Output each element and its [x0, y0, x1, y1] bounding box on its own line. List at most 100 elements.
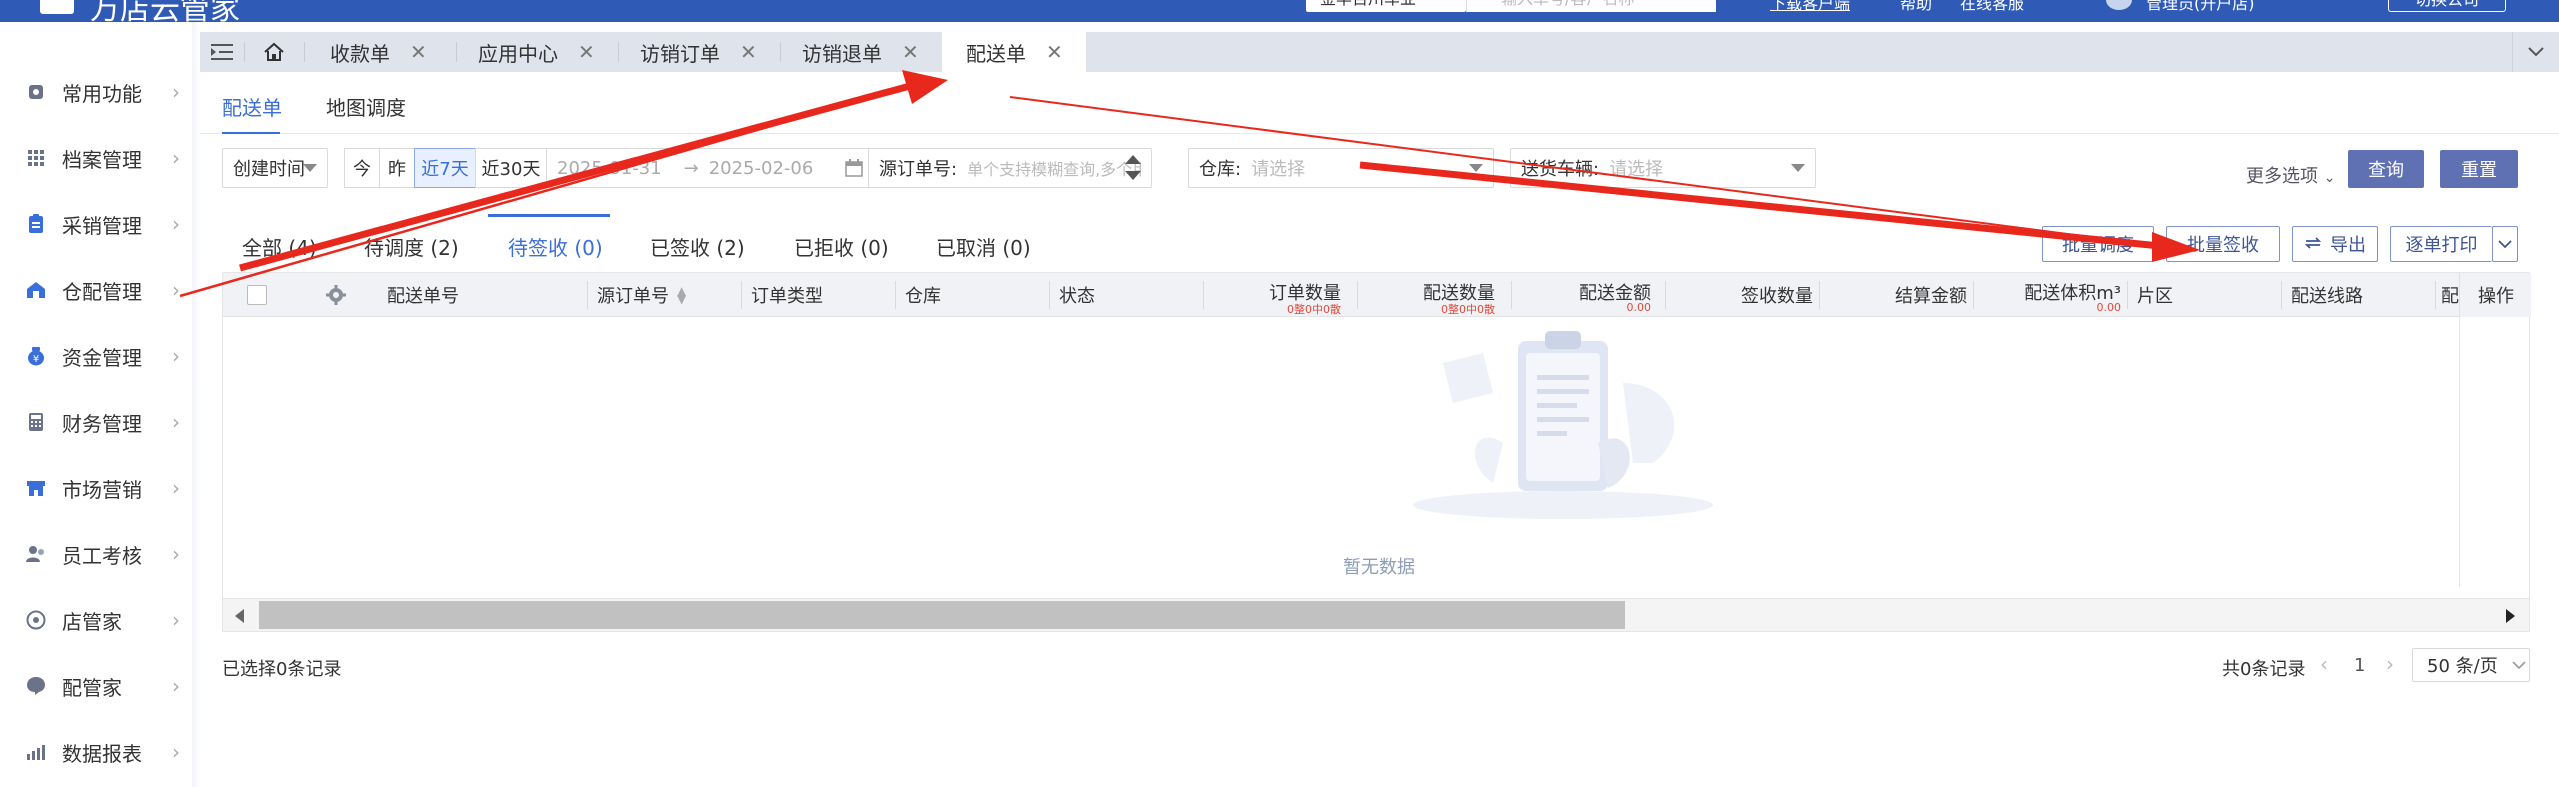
online-service-link[interactable]: 在线客服 — [1960, 0, 2024, 14]
clipboard-icon — [26, 214, 46, 234]
close-icon[interactable]: ✕ — [1046, 40, 1063, 64]
chevron-down-icon — [2498, 240, 2512, 249]
vehicle-select[interactable]: 送货车辆: 请选择 — [1510, 148, 1816, 188]
empty-state-text: 暂无数据 — [1343, 557, 1415, 578]
chevron-down-icon: ⌄ — [2323, 170, 2336, 186]
svg-text:¥: ¥ — [33, 354, 39, 365]
sidebar-item-staff[interactable]: 员工考核 › — [0, 534, 190, 574]
home-icon[interactable] — [244, 32, 304, 72]
people-icon — [26, 544, 46, 564]
menu-toggle-icon[interactable] — [200, 32, 244, 72]
status-tab-pending-sign[interactable]: 待签收 (0) — [508, 232, 603, 261]
batch-dispatch-button[interactable]: 批量调度 — [2042, 226, 2154, 262]
chevron-right-icon: › — [172, 410, 180, 434]
column-header-settle-amount: 结算金额 — [1895, 286, 1967, 307]
user-name[interactable]: 管理员(开户店) — [2146, 0, 2255, 14]
print-button[interactable]: 逐单打印 — [2390, 226, 2492, 262]
active-tab-indicator — [488, 214, 610, 217]
close-icon[interactable]: ✕ — [902, 40, 919, 64]
yesterday-button[interactable]: 昨 — [379, 148, 415, 188]
sidebar-item-warehouse[interactable]: 仓配管理 › — [0, 270, 190, 310]
status-label: 全部 — [242, 236, 282, 260]
last-7-days-button[interactable]: 近7天 — [414, 148, 476, 188]
sidebar-item-funds[interactable]: ¥ 资金管理 › — [0, 336, 190, 376]
status-tab-signed[interactable]: 已签收 (2) — [650, 232, 745, 261]
column-header-area: 片区 — [2137, 286, 2173, 307]
source-order-input[interactable]: 单个支持模糊查询,多个用逗号或空格分隔 — [957, 156, 1141, 180]
help-link[interactable]: 帮助 — [1900, 0, 1932, 14]
close-icon[interactable]: ✕ — [740, 40, 757, 64]
avatar[interactable] — [2106, 0, 2132, 10]
tab-receipt[interactable]: 收款单 ✕ — [330, 32, 427, 72]
next-page-icon[interactable]: › — [2386, 652, 2394, 676]
sort-icon[interactable]: ▲ ▼ — [677, 285, 686, 305]
switch-company-button[interactable]: 切换公司 — [2388, 0, 2506, 12]
chevron-down-icon[interactable] — [2512, 32, 2559, 72]
tab-delivery[interactable]: 配送单 ✕ — [942, 32, 1086, 72]
source-order-label: 源订单号: — [879, 159, 958, 180]
sidebar-item-label: 员工考核 — [62, 543, 142, 568]
warehouse-label: 仓库: — [1199, 159, 1242, 180]
query-button[interactable]: 查询 — [2348, 150, 2424, 188]
batch-sign-button[interactable]: 批量签收 — [2166, 226, 2280, 262]
quantity-stepper[interactable] — [1119, 151, 1147, 185]
status-label: 已拒收 — [794, 236, 854, 260]
vehicle-placeholder: 请选择 — [1609, 159, 1664, 180]
scroll-left-icon[interactable] — [235, 609, 244, 623]
sidebar-item-purchase-sales[interactable]: 采销管理 › — [0, 204, 190, 244]
page-size-select[interactable]: 50 条/页 — [2412, 648, 2530, 682]
status-tab-all[interactable]: 全部 (4) — [242, 232, 317, 261]
select-all-checkbox[interactable] — [247, 285, 267, 305]
status-tab-pending-dispatch[interactable]: 待调度 (2) — [364, 232, 459, 261]
source-order-field[interactable]: 源订单号: 单个支持模糊查询,多个用逗号或空格分隔 — [868, 148, 1152, 188]
sidebar-item-common[interactable]: 常用功能 › — [0, 72, 190, 112]
prev-page-icon[interactable]: ‹ — [2320, 652, 2328, 676]
export-button[interactable]: 导出 — [2292, 226, 2378, 262]
sidebar-item-shop-keeper[interactable]: 店管家 › — [0, 600, 190, 640]
subtab-delivery-order[interactable]: 配送单 — [222, 92, 282, 121]
column-header-delivery-no: 配送单号 — [387, 286, 459, 307]
current-page[interactable]: 1 — [2354, 655, 2365, 676]
today-button[interactable]: 今 — [344, 148, 380, 188]
tab-strip: 收款单 ✕ 应用中心 ✕ 访销订单 ✕ 访销退单 ✕ 配送单 ✕ — [200, 32, 2559, 72]
sidebar-item-marketing[interactable]: 市场营销 › — [0, 468, 190, 508]
horizontal-scrollbar[interactable] — [222, 598, 2530, 632]
download-client-link[interactable]: 下载客户端 — [1770, 0, 1850, 14]
delivery-qty-summary: 0整0中0散 — [1441, 303, 1495, 316]
status-tab-cancelled[interactable]: 已取消 (0) — [936, 232, 1031, 261]
sidebar-item-reports[interactable]: 数据报表 › — [0, 732, 190, 772]
sidebar-item-archive[interactable]: 档案管理 › — [0, 138, 190, 178]
close-icon[interactable]: ✕ — [578, 40, 595, 64]
last-30-days-button[interactable]: 近30天 — [475, 148, 547, 188]
org-select[interactable]: 金华百川车业 — [1306, 0, 1466, 12]
warehouse-select[interactable]: 仓库: 请选择 — [1188, 148, 1494, 188]
global-search-input[interactable]: 输入单号/客户名称 — [1466, 0, 1716, 12]
tab-visit-order[interactable]: 访销订单 ✕ — [640, 32, 757, 72]
subtab-map-dispatch[interactable]: 地图调度 — [326, 92, 406, 121]
tab-app-center[interactable]: 应用中心 ✕ — [478, 32, 595, 72]
status-count: (4) — [288, 236, 317, 260]
print-dropdown-button[interactable] — [2492, 226, 2518, 262]
shop-icon — [26, 610, 46, 630]
total-count: 共0条记录 — [2222, 659, 2306, 680]
scrollbar-thumb[interactable] — [259, 601, 1625, 629]
sidebar-item-finance[interactable]: 财务管理 › — [0, 402, 190, 442]
status-tab-rejected[interactable]: 已拒收 (0) — [794, 232, 889, 261]
column-header-source-no[interactable]: 源订单号 ▲ ▼ — [597, 273, 686, 317]
date-range-picker[interactable]: 2025-01-31 → 2025-02-06 — [546, 148, 874, 188]
tab-visit-return[interactable]: 访销退单 ✕ — [802, 32, 919, 72]
sidebar-item-delivery-keeper[interactable]: 配管家 › — [0, 666, 190, 706]
gear-icon[interactable] — [325, 273, 347, 317]
more-options-link[interactable]: 更多选项 ⌄ — [2246, 162, 2335, 188]
reset-button[interactable]: 重置 — [2440, 150, 2518, 188]
operation-label: 操作 — [2478, 286, 2514, 307]
date-type-select[interactable]: 创建时间 — [222, 148, 328, 188]
close-icon[interactable]: ✕ — [410, 40, 427, 64]
column-header-order-type: 订单类型 — [751, 286, 823, 307]
sidebar-item-label: 采销管理 — [62, 213, 142, 238]
scroll-right-icon[interactable] — [2506, 609, 2515, 623]
chevron-right-icon: › — [172, 608, 180, 632]
chevron-right-icon: › — [172, 278, 180, 302]
status-label: 待签收 — [508, 236, 568, 260]
column-header-status: 状态 — [1059, 286, 1095, 307]
